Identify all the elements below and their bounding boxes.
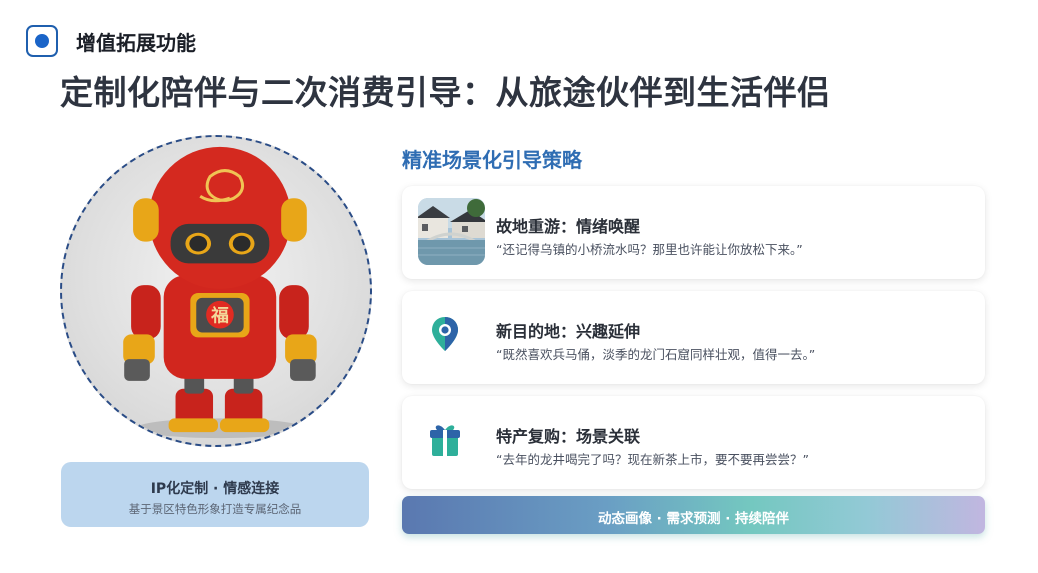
card-title: 特产复购：场景关联 xyxy=(496,427,641,446)
strategy-card-revisit: 故地重游：情绪唤醒 “还记得乌镇的小桥流水吗？那里也许能让你放松下来。” xyxy=(402,186,985,279)
card-quote: “去年的龙井喝完了吗？现在新茶上市，要不要再尝尝？” xyxy=(496,452,809,467)
section-icon xyxy=(26,25,58,57)
strategy-heading: 精准场景化引导策略 xyxy=(402,148,582,172)
map-pin-icon xyxy=(424,313,466,355)
page-title: 定制化陪伴与二次消费引导：从旅途伙伴到生活伴侣 xyxy=(60,73,831,112)
card-title: 故地重游：情绪唤醒 xyxy=(496,217,641,236)
svg-text:福: 福 xyxy=(210,305,229,327)
gift-box-icon xyxy=(424,418,466,460)
summary-banner: 动态画像 · 需求预测 · 持续陪伴 xyxy=(402,496,985,534)
card-quote: “既然喜欢兵马俑，淡季的龙门石窟同样壮观，值得一去。” xyxy=(496,347,816,362)
ip-card-title: IP化定制 · 情感连接 xyxy=(150,481,280,497)
strategy-card-new-destination: 新目的地：兴趣延伸 “既然喜欢兵马俑，淡季的龙门石窟同样壮观，值得一去。” xyxy=(402,291,985,384)
summary-banner-text: 动态画像 · 需求预测 · 持续陪伴 xyxy=(597,511,790,527)
strategy-card-specialty-repurchase: 特产复购：场景关联 “去年的龙井喝完了吗？现在新茶上市，要不要再尝尝？” xyxy=(402,396,985,489)
water-town-photo xyxy=(418,198,485,265)
card-quote: “还记得乌镇的小桥流水吗？那里也许能让你放松下来。” xyxy=(496,242,803,257)
ip-card-subtitle: 基于景区特色形象打造专属纪念品 xyxy=(128,502,302,516)
ip-customization-card: IP化定制 · 情感连接 基于景区特色形象打造专属纪念品 xyxy=(61,462,369,527)
card-title: 新目的地：兴趣延伸 xyxy=(496,322,641,341)
robot-mascot-image: 福 xyxy=(60,135,372,447)
section-label: 增值拓展功能 xyxy=(76,31,196,55)
